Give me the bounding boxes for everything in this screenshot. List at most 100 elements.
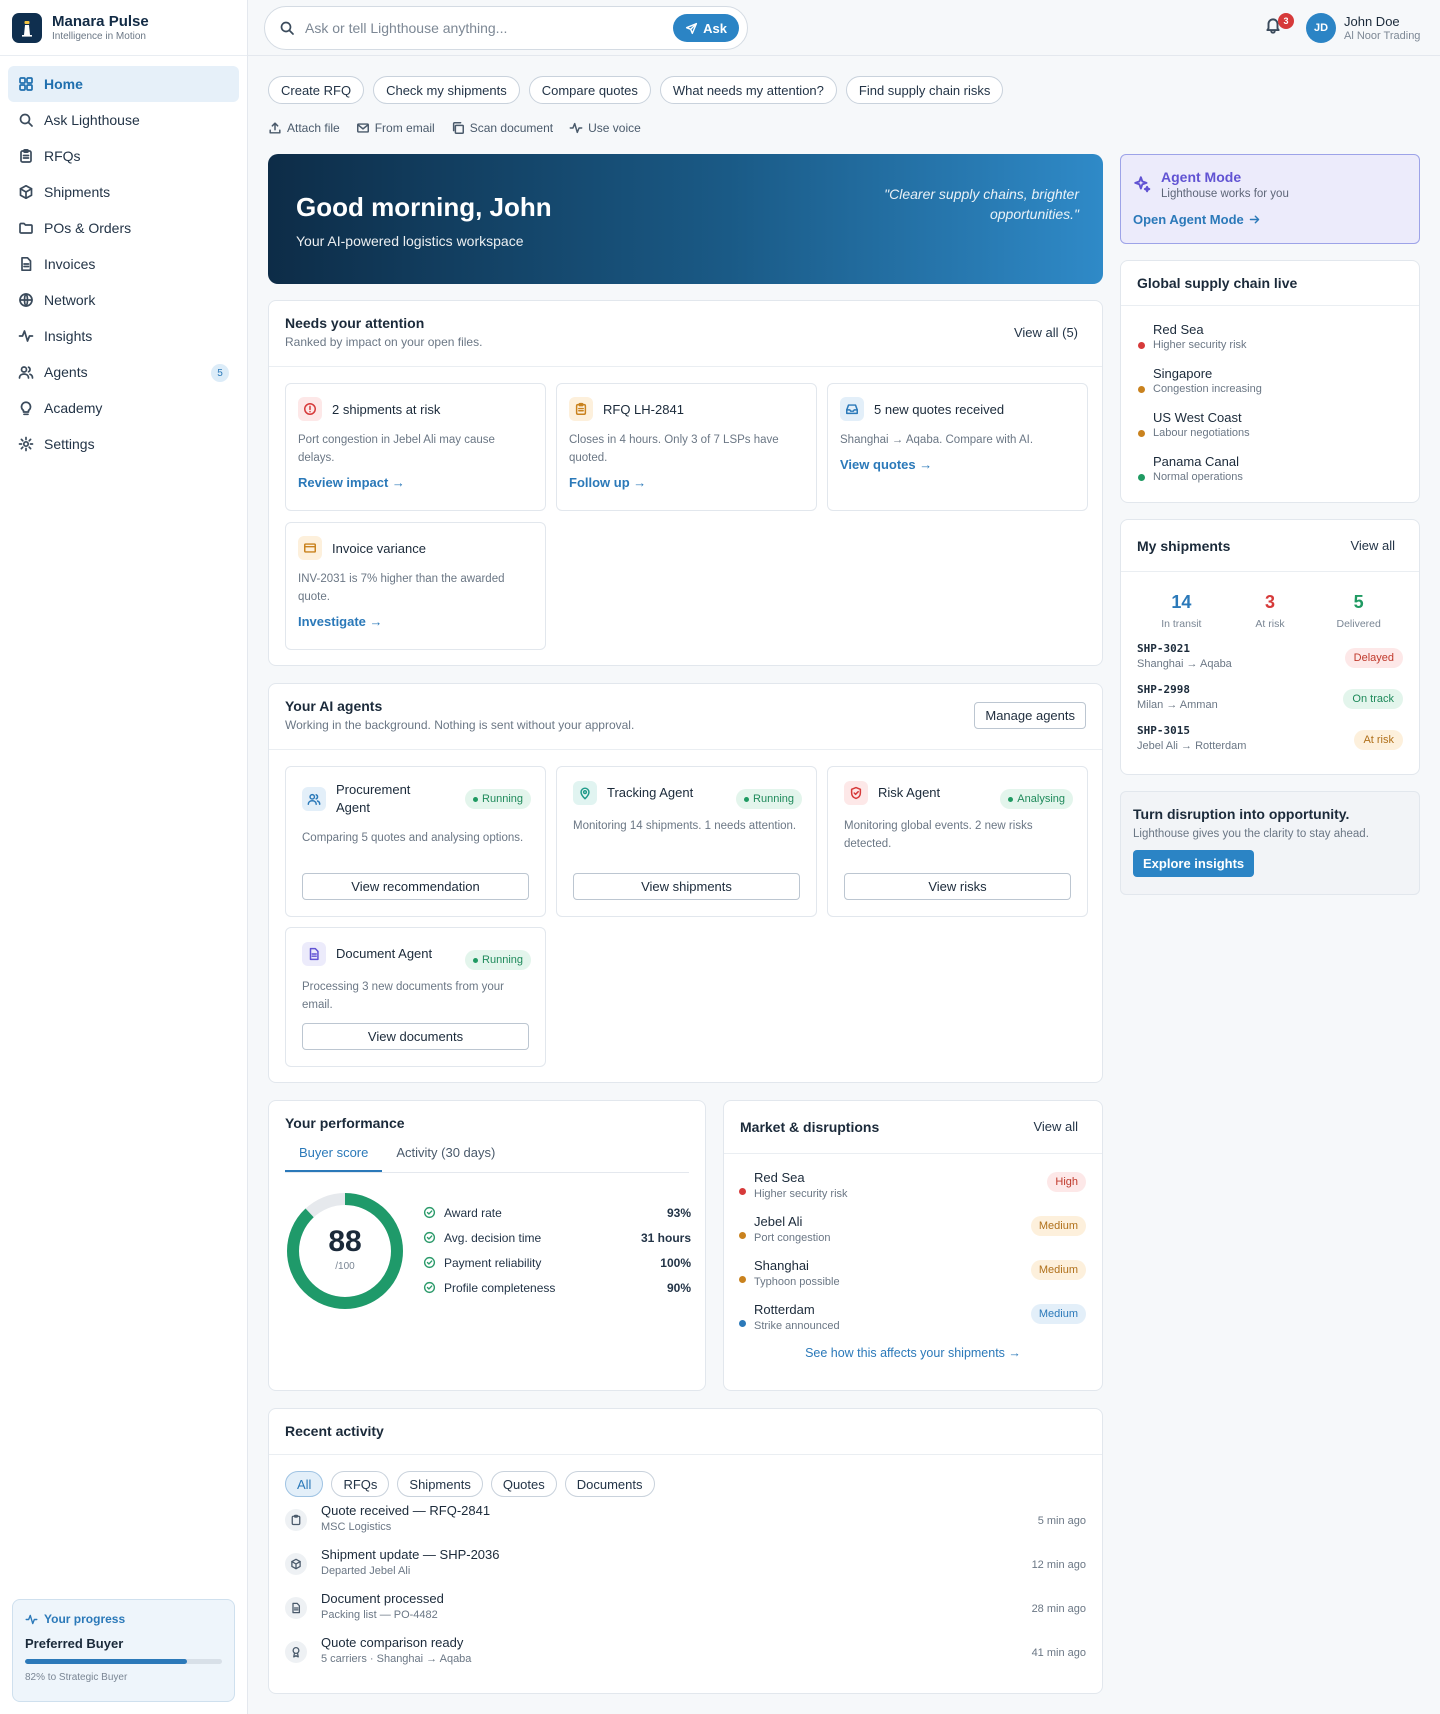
from-email-button[interactable]: From email bbox=[356, 121, 435, 135]
investigate-link[interactable]: Investigate → bbox=[298, 614, 533, 629]
activity-title-text: Shipment update — SHP-2036 bbox=[321, 1547, 500, 1562]
attention-item-desc: Port congestion in Jebel Ali may cause d… bbox=[298, 434, 495, 464]
activity-icon bbox=[18, 328, 34, 344]
market-item[interactable]: Jebel Ali Port congestion Medium bbox=[724, 1208, 1102, 1252]
scan-document-button[interactable]: Scan document bbox=[451, 121, 553, 135]
activity-desc: Departed Jebel Ali bbox=[321, 1565, 411, 1577]
upload-icon bbox=[268, 121, 282, 135]
market-item[interactable]: Shanghai Typhoon possible Medium bbox=[724, 1252, 1102, 1296]
agent-mode-card[interactable]: Agent Mode Lighthouse works for you Open… bbox=[1120, 154, 1420, 244]
attention-view-all-link[interactable]: View all (5) bbox=[1014, 325, 1078, 340]
notification-count-badge: 3 bbox=[1278, 13, 1294, 29]
activity-time: 5 min ago bbox=[1037, 1515, 1086, 1527]
sidebar-item-agents[interactable]: Agents 5 bbox=[8, 354, 239, 390]
quick-action-check-shipments[interactable]: Check my shipments bbox=[373, 76, 520, 104]
attention-item-rfq[interactable]: RFQ LH-2841 Closes in 4 hours. Only 3 of… bbox=[556, 383, 817, 511]
metric-value: 100% bbox=[660, 1255, 691, 1270]
sidebar-item-shipments[interactable]: Shipments bbox=[8, 174, 239, 210]
global-item-desc: Higher security risk bbox=[1153, 339, 1247, 351]
sidebar-item-insights[interactable]: Insights bbox=[8, 318, 239, 354]
box-icon bbox=[18, 184, 34, 200]
review-impact-link[interactable]: Review impact → bbox=[298, 475, 533, 490]
quick-actions: Create RFQ Check my shipments Compare qu… bbox=[268, 76, 1004, 104]
manage-agents-button[interactable]: Manage agents bbox=[974, 702, 1086, 729]
filter-all[interactable]: All bbox=[285, 1471, 324, 1497]
user-menu[interactable]: John Doe Al Noor Trading bbox=[1344, 14, 1420, 42]
global-item[interactable]: US West Coast Labour negotiations bbox=[1121, 406, 1419, 450]
explore-insights-button[interactable]: Explore insights bbox=[1133, 850, 1255, 877]
sidebar-item-academy[interactable]: Academy bbox=[8, 390, 239, 426]
attention-item-title: Invoice variance bbox=[332, 540, 426, 556]
tab-buyer-score[interactable]: Buyer score bbox=[285, 1135, 383, 1172]
shipment-row[interactable]: SHP-3021 Shanghai → Aqaba Delayed bbox=[1121, 638, 1419, 679]
search-input[interactable]: Ask or tell Lighthouse anything... bbox=[305, 20, 663, 36]
quick-action-compare-quotes[interactable]: Compare quotes bbox=[528, 76, 651, 104]
view-documents-button[interactable]: View documents bbox=[302, 1023, 529, 1050]
attention-item-shipments-risk[interactable]: 2 shipments at risk Port congestion in J… bbox=[285, 383, 546, 511]
buyer-score-gauge: 88 /100 bbox=[285, 1191, 405, 1311]
agent-status-badge: Running bbox=[465, 789, 531, 809]
market-item[interactable]: Rotterdam Strike announced Medium bbox=[724, 1296, 1102, 1340]
open-agent-mode-link[interactable]: Open Agent Mode bbox=[1133, 212, 1407, 227]
brand[interactable]: Manara Pulse Intelligence in Motion bbox=[0, 0, 247, 56]
use-voice-button[interactable]: Use voice bbox=[569, 121, 641, 135]
agent-card-document: Document Agent Running Processing 3 new … bbox=[285, 927, 546, 1067]
view-recommendation-button[interactable]: View recommendation bbox=[302, 873, 529, 900]
activity-filters: All RFQs Shipments Quotes Documents bbox=[269, 1455, 1102, 1503]
activity-row[interactable]: Document processed Packing list — PO-4482… bbox=[269, 1591, 1102, 1635]
performance-metrics: Award rate 93% Avg. decision time 31 hours… bbox=[423, 1200, 691, 1300]
sidebar-item-ask-lighthouse[interactable]: Ask Lighthouse bbox=[8, 102, 239, 138]
filter-shipments[interactable]: Shipments bbox=[397, 1471, 483, 1497]
attention-item-quotes[interactable]: 5 new quotes received Shanghai → Aqaba. … bbox=[827, 383, 1088, 511]
status-dot bbox=[739, 1276, 746, 1283]
follow-up-link[interactable]: Follow up → bbox=[569, 475, 804, 490]
my-shipments-view-all-link[interactable]: View all bbox=[1350, 538, 1395, 553]
sidebar-item-network[interactable]: Network bbox=[8, 282, 239, 318]
ask-button[interactable]: Ask bbox=[673, 14, 739, 42]
sidebar-item-invoices[interactable]: Invoices bbox=[8, 246, 239, 282]
stat-at-risk[interactable]: 3 At risk bbox=[1226, 592, 1315, 630]
market-item[interactable]: Red Sea Higher security risk High bbox=[724, 1164, 1102, 1208]
activity-row[interactable]: Quote comparison ready 5 carriers · Shang… bbox=[269, 1635, 1102, 1679]
progress-card[interactable]: Your progress Preferred Buyer 82% to Str… bbox=[12, 1599, 235, 1702]
sidebar-item-settings[interactable]: Settings bbox=[8, 426, 239, 462]
agent-status-badge: Running bbox=[736, 789, 802, 809]
view-risks-button[interactable]: View risks bbox=[844, 873, 1071, 900]
attention-item-invoice[interactable]: Invoice variance INV-2031 is 7% higher t… bbox=[285, 522, 546, 650]
avatar[interactable]: JD bbox=[1306, 13, 1336, 43]
lighthouse-logo-icon bbox=[12, 12, 42, 43]
search-icon bbox=[279, 20, 295, 36]
sidebar-item-label: Network bbox=[44, 292, 96, 308]
view-shipments-button[interactable]: View shipments bbox=[573, 873, 800, 900]
agent-desc: Processing 3 new documents from your ema… bbox=[302, 981, 504, 1011]
stat-value: 5 bbox=[1353, 592, 1364, 612]
stat-delivered[interactable]: 5 Delivered bbox=[1314, 592, 1403, 630]
global-item[interactable]: Singapore Congestion increasing bbox=[1121, 362, 1419, 406]
tool-label: Scan document bbox=[469, 121, 554, 135]
global-item[interactable]: Panama Canal Normal operations bbox=[1121, 450, 1419, 494]
stat-in-transit[interactable]: 14 In transit bbox=[1137, 592, 1226, 630]
stat-label: Delivered bbox=[1336, 618, 1381, 630]
view-quotes-link[interactable]: View quotes → bbox=[840, 457, 1075, 472]
global-item[interactable]: Red Sea Higher security risk bbox=[1121, 318, 1419, 362]
activity-row[interactable]: Shipment update — SHP-2036 Departed Jebel… bbox=[269, 1547, 1102, 1591]
send-icon bbox=[685, 22, 698, 35]
copy-icon bbox=[451, 121, 465, 135]
sidebar-item-home[interactable]: Home bbox=[8, 66, 239, 102]
tab-activity[interactable]: Activity (30 days) bbox=[382, 1135, 509, 1172]
quick-action-find-risks[interactable]: Find supply chain risks bbox=[845, 76, 1004, 104]
filter-rfqs[interactable]: RFQs bbox=[331, 1471, 390, 1497]
see-impact-link[interactable]: See how this affects your shipments → bbox=[724, 1346, 1102, 1360]
sidebar-item-pos-orders[interactable]: POs & Orders bbox=[8, 210, 239, 246]
quick-action-create-rfq[interactable]: Create RFQ bbox=[268, 76, 365, 104]
sidebar-item-rfqs[interactable]: RFQs bbox=[8, 138, 239, 174]
shipment-row[interactable]: SHP-3015 Jebel Ali → Rotterdam At risk bbox=[1121, 720, 1419, 761]
shipment-row[interactable]: SHP-2998 Milan → Amman On track bbox=[1121, 679, 1419, 720]
search-bar[interactable]: Ask or tell Lighthouse anything... Ask bbox=[264, 6, 748, 50]
filter-documents[interactable]: Documents bbox=[564, 1471, 655, 1497]
activity-row[interactable]: Quote received — RFQ-2841 MSC Logistics 5 … bbox=[269, 1503, 1102, 1547]
market-view-all-link[interactable]: View all bbox=[1033, 1119, 1078, 1134]
attach-file-button[interactable]: Attach file bbox=[268, 121, 340, 135]
quick-action-attention[interactable]: What needs my attention? bbox=[659, 76, 837, 104]
filter-quotes[interactable]: Quotes bbox=[490, 1471, 557, 1497]
